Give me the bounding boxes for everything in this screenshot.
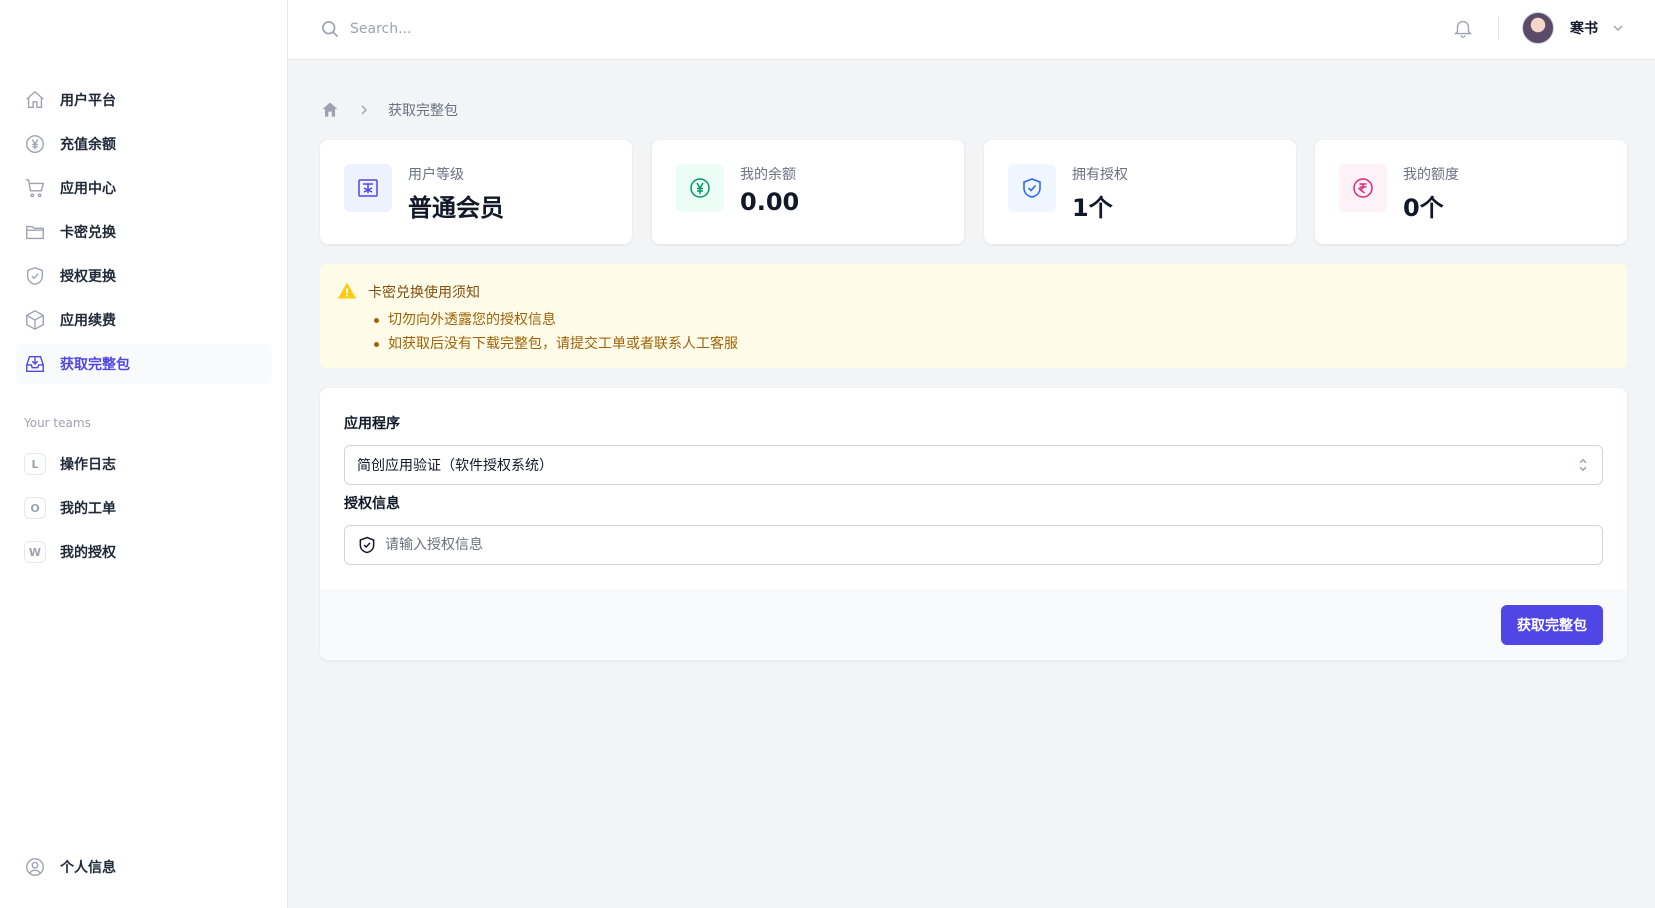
team-item-label: 操作日志	[60, 457, 116, 473]
team-initial-badge: W	[24, 541, 46, 563]
stat-value: 普通会员	[408, 194, 504, 222]
get-package-button[interactable]: 获取完整包	[1501, 605, 1603, 645]
stat-label: 我的余额	[740, 167, 796, 183]
sidebar-item-label: 应用中心	[60, 181, 116, 197]
sidebar-item-profile[interactable]: 个人信息	[24, 856, 116, 878]
avatar	[1522, 12, 1554, 44]
stat-label: 用户等级	[408, 167, 464, 183]
chevron-down-icon	[1613, 25, 1623, 31]
team-initial-badge: O	[24, 497, 46, 519]
notice-item: 切勿向外透露您的授权信息	[374, 308, 738, 332]
shield-check-icon	[24, 265, 46, 287]
notice-item: 如获取后没有下载完整包，请提交工单或者联系人工客服	[374, 332, 738, 356]
stat-card-quota: 我的额度 0个	[1315, 140, 1627, 244]
team-item-label: 我的授权	[60, 545, 116, 561]
header-divider	[1498, 16, 1499, 40]
sidebar-nav: 用户平台 充值余额 应用中心 卡密兑换 授权更换 应用续费 获取完整包	[16, 80, 272, 388]
stat-label: 拥有授权	[1072, 167, 1128, 183]
notice-title: 卡密兑换使用须知	[368, 285, 480, 301]
auth-field-label: 授权信息	[344, 496, 400, 512]
stat-value: 0.00	[740, 188, 800, 216]
sidebar-item-license-change[interactable]: 授权更换	[16, 256, 272, 296]
auth-input-wrapper	[344, 525, 1603, 565]
sidebar-item-label: 充值余额	[60, 137, 116, 153]
shield-check-icon	[1008, 164, 1056, 212]
app-select-value: 简创应用验证（软件授权系统）	[357, 458, 553, 474]
search-input[interactable]	[350, 14, 850, 44]
team-item-my-tickets[interactable]: O 我的工单	[16, 488, 272, 528]
app-select[interactable]: 简创应用验证（软件授权系统）	[344, 445, 1603, 485]
sidebar-item-label: 个人信息	[60, 860, 116, 876]
sidebar-item-get-package[interactable]: 获取完整包	[16, 344, 272, 384]
inbox-download-icon	[24, 353, 46, 375]
sidebar-item-label: 获取完整包	[60, 357, 130, 373]
stat-card-licenses: 拥有授权 1个	[984, 140, 1296, 244]
sidebar-item-label: 卡密兑换	[60, 225, 116, 241]
auth-info-input[interactable]	[385, 527, 1602, 563]
home-icon	[24, 89, 46, 111]
shield-check-icon	[359, 536, 375, 554]
bell-icon[interactable]	[1452, 17, 1474, 39]
teams-list: L 操作日志 O 我的工单 W 我的授权	[16, 444, 272, 576]
sidebar-item-card-redeem[interactable]: 卡密兑换	[16, 212, 272, 252]
sidebar-item-user-platform[interactable]: 用户平台	[16, 80, 272, 120]
sidebar-item-label: 用户平台	[60, 93, 116, 109]
get-package-form: 应用程序 简创应用验证（软件授权系统） 授权信息 获取完整包	[320, 388, 1627, 660]
rupee-circle-icon	[1339, 164, 1387, 212]
home-icon[interactable]	[320, 100, 340, 120]
warning-icon	[337, 282, 357, 299]
sidebar: 用户平台 充值余额 应用中心 卡密兑换 授权更换 应用续费 获取完整包 Your…	[0, 0, 288, 908]
team-initial-badge: L	[24, 453, 46, 475]
team-item-label: 我的工单	[60, 501, 116, 517]
breadcrumb: 获取完整包	[320, 100, 458, 120]
notice-alert: 卡密兑换使用须知 切勿向外透露您的授权信息 如获取后没有下载完整包，请提交工单或…	[320, 264, 1627, 368]
notice-list: 切勿向外透露您的授权信息 如获取后没有下载完整包，请提交工单或者联系人工客服	[374, 308, 738, 356]
sidebar-item-app-center[interactable]: 应用中心	[16, 168, 272, 208]
yen-circle-icon	[24, 133, 46, 155]
breadcrumb-current: 获取完整包	[388, 103, 458, 119]
stats-row: 用户等级 普通会员 我的余额 0.00 拥有授权 1个 我的额度 0个	[320, 140, 1627, 244]
search-icon	[322, 21, 339, 38]
stat-label: 我的额度	[1403, 167, 1459, 183]
sidebar-item-label: 应用续费	[60, 313, 116, 329]
stat-card-balance: 我的余额 0.00	[652, 140, 964, 244]
folder-icon	[24, 221, 46, 243]
user-menu[interactable]: 寒书	[1522, 12, 1626, 44]
chevron-up-down-icon	[1579, 458, 1587, 472]
team-item-operation-log[interactable]: L 操作日志	[16, 444, 272, 484]
yen-circle-icon	[676, 164, 724, 212]
cube-icon	[24, 309, 46, 331]
top-header: 寒书	[288, 0, 1655, 60]
form-footer: 获取完整包	[320, 589, 1627, 660]
stat-value: 1个	[1072, 194, 1113, 222]
teams-title: Your teams	[24, 416, 91, 430]
member-card-icon	[344, 164, 392, 212]
stat-card-user-level: 用户等级 普通会员	[320, 140, 632, 244]
shopping-cart-icon	[24, 177, 46, 199]
user-circle-icon	[24, 856, 46, 878]
app-field-label: 应用程序	[344, 416, 400, 432]
sidebar-item-app-renew[interactable]: 应用续费	[16, 300, 272, 340]
team-item-my-licenses[interactable]: W 我的授权	[16, 532, 272, 572]
sidebar-item-label: 授权更换	[60, 269, 116, 285]
user-name: 寒书	[1570, 21, 1598, 37]
chevron-right-icon	[361, 105, 367, 115]
stat-value: 0个	[1403, 194, 1444, 222]
sidebar-item-recharge[interactable]: 充值余额	[16, 124, 272, 164]
